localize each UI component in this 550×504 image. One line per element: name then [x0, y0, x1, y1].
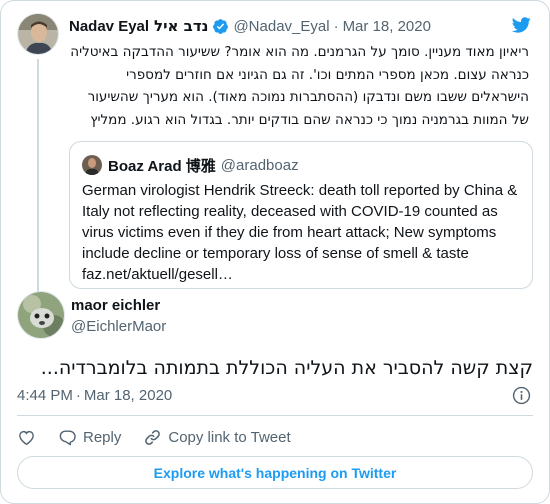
parent-author-handle[interactable]: @Nadav_Eyal — [233, 18, 329, 35]
quoted-tweet[interactable]: Boaz Arad 博雅 @aradboaz German virologist… — [69, 141, 533, 289]
reply-button-label: Reply — [83, 428, 122, 446]
like-button[interactable] — [17, 428, 36, 447]
parent-tweet-text: ריאיון מאוד מעניין. סומך על הגרמנים. מה … — [70, 44, 529, 128]
reply-time: 4:44 PM — [17, 387, 73, 404]
parent-author-name[interactable]: Nadav Eyal — [69, 18, 149, 35]
parent-author-name-hebrew[interactable]: נדב איל — [154, 17, 208, 35]
reply-author-avatar[interactable] — [17, 291, 65, 339]
explore-button-label: Explore what's happening on Twitter — [153, 464, 397, 481]
parent-author-avatar[interactable] — [17, 13, 59, 55]
reply-date: Mar 18, 2020 — [83, 387, 173, 404]
reply-timestamp[interactable]: 4:44 PM · Mar 18, 2020 — [17, 387, 172, 404]
verified-badge-icon — [213, 18, 229, 34]
reply-tweet-text: קצת קשה להסביר את העליה הכוללת בתמותה בל… — [40, 357, 533, 379]
link-icon — [145, 429, 161, 445]
parent-tweet[interactable]: Nadav Eyal נדב איל @Nadav_Eyal · Mar 18,… — [17, 13, 533, 297]
twitter-bird-icon[interactable] — [509, 15, 533, 35]
reply-icon — [59, 429, 76, 445]
reply-author-handle[interactable]: @EichlerMaor — [71, 318, 166, 335]
reply-button[interactable]: Reply — [58, 428, 121, 447]
explore-twitter-button[interactable]: Explore what's happening on Twitter — [17, 456, 533, 489]
quoted-author-avatar — [82, 155, 102, 175]
parent-tweet-date[interactable]: Mar 18, 2020 — [343, 18, 431, 35]
reply-author-name[interactable]: maor eichler — [71, 297, 160, 314]
embedded-tweet-card: Nadav Eyal נדב איל @Nadav_Eyal · Mar 18,… — [0, 0, 550, 504]
info-icon[interactable] — [512, 386, 531, 405]
quoted-author-name: Boaz Arad 博雅 — [108, 157, 216, 175]
quoted-tweet-text: German virologist Hendrik Streeck: death… — [82, 182, 518, 283]
tweet-actions: Reply Copy link to Tweet — [17, 425, 313, 449]
thread-connector-line — [37, 59, 39, 297]
copy-link-button[interactable]: Copy link to Tweet — [143, 428, 291, 447]
parent-header-separator: · — [333, 17, 339, 35]
quoted-tweet-header: Boaz Arad 博雅 @aradboaz — [82, 154, 520, 176]
copy-link-label: Copy link to Tweet — [168, 428, 291, 446]
quoted-author-handle: @aradboaz — [220, 156, 299, 174]
parent-tweet-header: Nadav Eyal נדב איל @Nadav_Eyal · Mar 18,… — [69, 15, 497, 37]
divider — [17, 415, 533, 416]
heart-icon — [19, 430, 34, 445]
timestamp-separator: · — [75, 387, 81, 404]
